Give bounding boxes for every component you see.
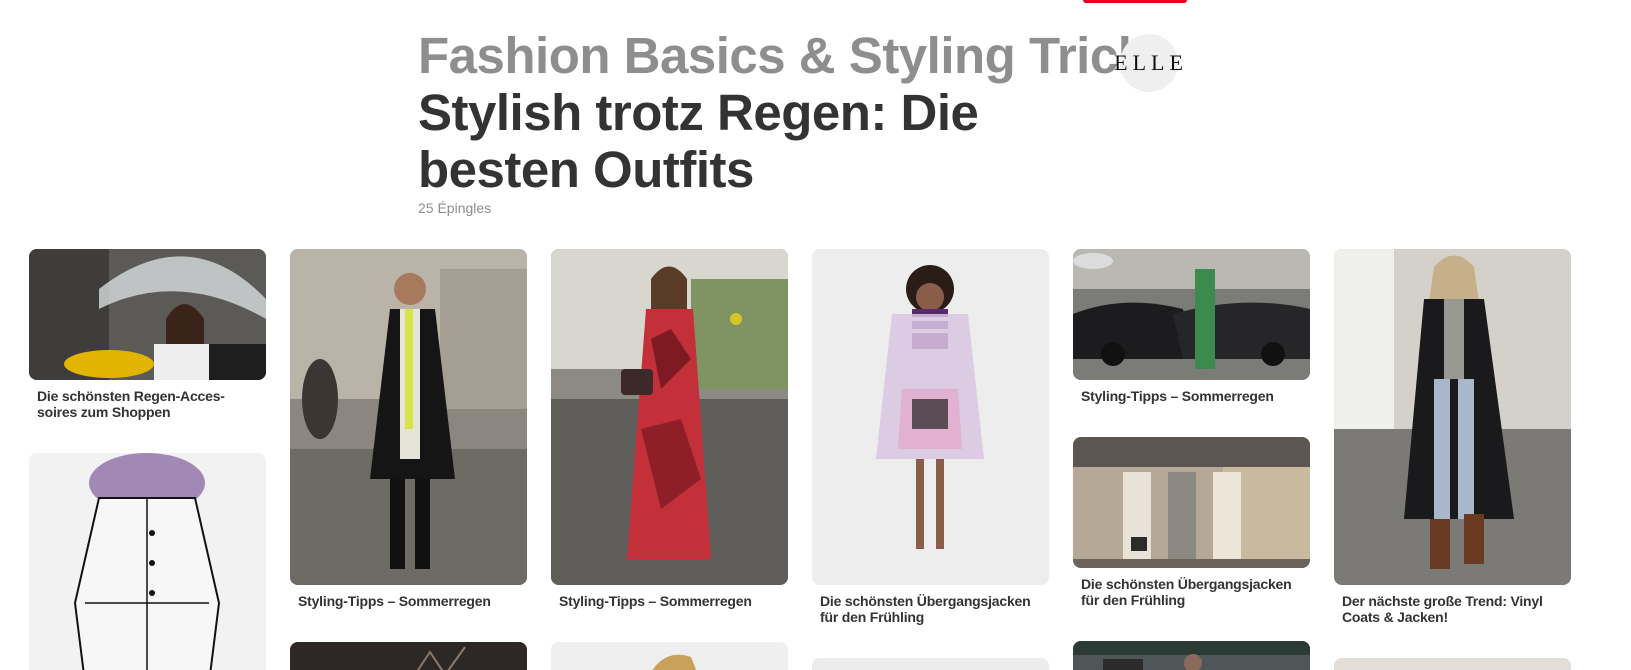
board-header: Fashion Basics & Styling Tricks Stylish … — [418, 28, 1178, 217]
pin-image[interactable] — [290, 249, 527, 585]
pin-image[interactable] — [290, 642, 527, 670]
pin-caption: Styling-Tipps – Sommerregen — [1081, 388, 1274, 404]
pin-card[interactable]: Die schönsten Regen-Acces-soires zum Sho… — [29, 249, 266, 420]
pin-card[interactable]: Styling-Tipps – Sommerregen — [1073, 249, 1310, 404]
board-title: Stylish trotz Regen: Die besten Outfits — [418, 84, 979, 198]
pin-image[interactable] — [29, 453, 266, 670]
pin-caption: Die schönsten Regen-Acces-soires zum Sho… — [37, 388, 225, 420]
pin-card[interactable]: Styling-Tipps – Sommerregen — [290, 249, 527, 609]
pin-card[interactable]: Die schönsten Übergangsjacken für den Fr… — [812, 249, 1049, 625]
pin-image[interactable] — [812, 658, 1049, 670]
pin-card[interactable] — [551, 642, 788, 670]
pin-image[interactable] — [1073, 437, 1310, 568]
pin-count: 25 Épingles — [418, 200, 492, 216]
top-accent-bar — [1083, 0, 1187, 3]
pin-card[interactable]: Styling-Tipps – Sommerregen — [551, 249, 788, 609]
section-title[interactable]: Fashion Basics & Styling Tricks — [418, 28, 1178, 84]
pin-caption: Die schönsten Übergangsjacken für den Fr… — [820, 593, 1031, 625]
pin-card[interactable]: Der nächste große Trend: Vinyl Coats & J… — [1334, 249, 1571, 625]
pin-image[interactable] — [551, 642, 788, 670]
pin-card[interactable] — [290, 642, 527, 670]
pin-card[interactable] — [1073, 641, 1310, 670]
pin-card[interactable] — [29, 453, 266, 670]
pin-caption: Die schönsten Übergangsjacken für den Fr… — [1081, 576, 1292, 608]
pin-caption: Styling-Tipps – Sommerregen — [559, 593, 752, 609]
pin-image[interactable] — [29, 249, 266, 380]
pin-image[interactable] — [812, 249, 1049, 585]
pin-image[interactable] — [1334, 249, 1571, 585]
pin-caption: Der nächste große Trend: Vinyl Coats & J… — [1342, 593, 1543, 625]
brand-avatar[interactable]: ELLE — [1114, 34, 1183, 92]
pin-grid: Die schönsten Regen-Acces-soires zum Sho… — [29, 249, 1599, 670]
pin-card[interactable] — [1334, 658, 1571, 670]
pin-image[interactable] — [1073, 249, 1310, 380]
pin-caption: Styling-Tipps – Sommerregen — [298, 593, 491, 609]
brand-logo-text: ELLE — [1114, 50, 1188, 75]
pin-image[interactable] — [1073, 641, 1310, 670]
pin-image[interactable] — [551, 249, 788, 585]
pin-card[interactable]: Die schönsten Übergangsjacken für den Fr… — [1073, 437, 1310, 608]
pin-card[interactable] — [812, 658, 1049, 670]
pin-image[interactable] — [1334, 658, 1571, 670]
